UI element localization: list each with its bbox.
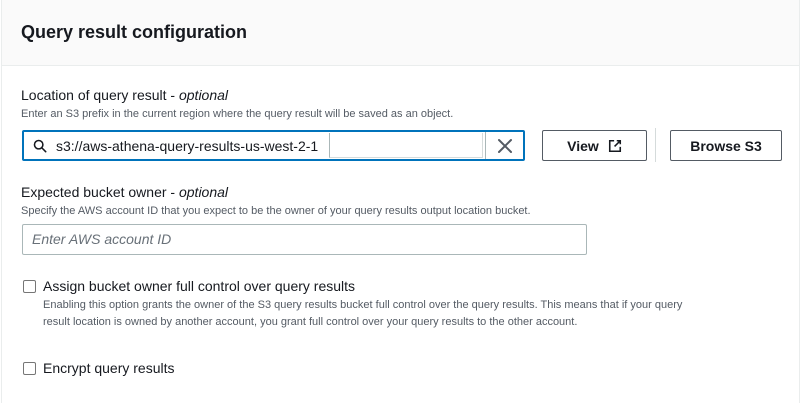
view-button-label: View [567,137,599,154]
owner-label-optional: optional [178,184,229,200]
external-link-icon [608,139,621,152]
browse-s3-button[interactable]: Browse S3 [670,130,782,161]
full-control-label[interactable]: Assign bucket owner full control over qu… [43,278,355,294]
location-description: Enter an S3 prefix in the current region… [21,108,454,120]
panel-header: Query result configuration [2,0,799,66]
encrypt-label[interactable]: Encrypt query results [43,360,175,376]
encrypt-checkbox[interactable] [23,362,36,375]
owner-label: Expected bucket owner - optional [21,184,228,200]
location-label-text: Location of query result - [21,87,179,103]
button-separator [655,128,656,162]
owner-label-text: Expected bucket owner - [21,184,179,200]
location-label-optional: optional [178,87,229,103]
full-control-description-line2: result location is owned by another acco… [43,316,578,328]
query-result-configuration-panel: Query result configuration Location of q… [1,0,800,403]
view-button[interactable]: View [542,130,647,161]
location-label: Location of query result - optional [21,87,228,103]
s3-location-value[interactable]: s3://aws-athena-query-results-us-west-2-… [56,138,318,154]
full-control-checkbox[interactable] [23,280,36,293]
close-icon[interactable] [494,135,516,157]
owner-description: Specify the AWS account ID that you expe… [21,205,531,217]
autocomplete-overlay [329,133,483,158]
input-divider [485,132,486,159]
search-icon [33,139,47,153]
full-control-description-line1: Enabling this option grants the owner of… [43,299,683,311]
account-id-input[interactable] [32,231,572,247]
bucket-owner-field[interactable] [22,224,587,255]
panel-title: Query result configuration [21,22,248,42]
s3-location-input[interactable]: s3://aws-athena-query-results-us-west-2-… [22,130,525,161]
